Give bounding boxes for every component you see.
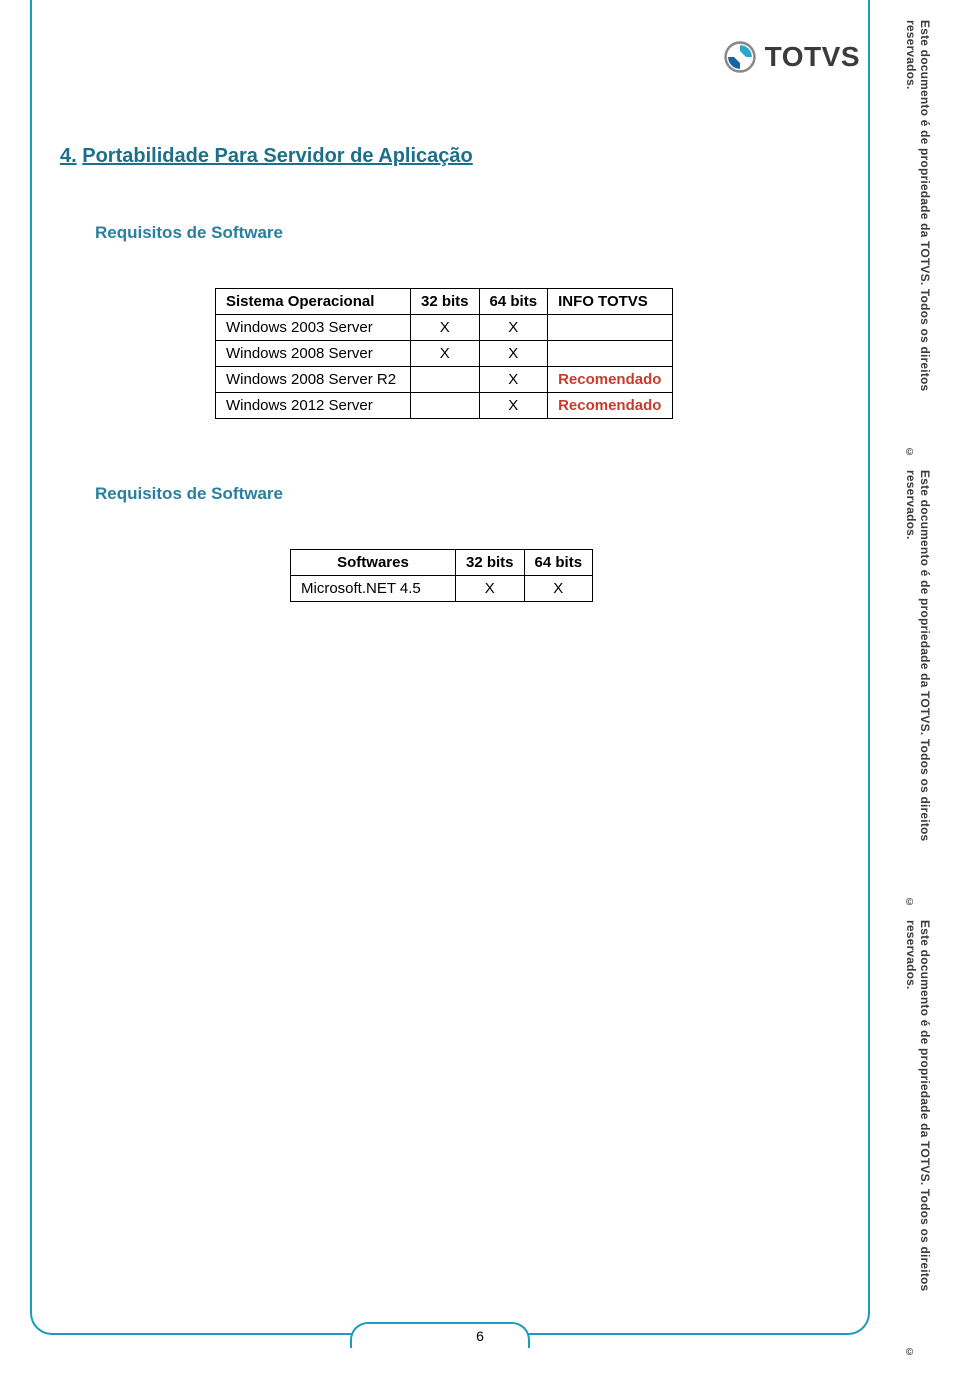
logo: TOTVS xyxy=(723,40,860,74)
softwares-table: Softwares 32 bits 64 bits Microsoft.NET … xyxy=(290,549,593,602)
cell-64: X xyxy=(479,393,548,419)
cell-os: Windows 2008 Server R2 xyxy=(216,367,411,393)
th-softwares: Softwares xyxy=(291,550,456,576)
th-64bits: 64 bits xyxy=(479,289,548,315)
page-number: 6 xyxy=(476,1328,484,1344)
section-title-text: Portabilidade Para Servidor de Aplicação xyxy=(82,145,473,167)
section-number: 4. xyxy=(60,145,77,167)
cell-32 xyxy=(411,393,480,419)
cell-64: X xyxy=(479,315,548,341)
th-32bits: 32 bits xyxy=(411,289,480,315)
cell-64: X xyxy=(524,576,593,602)
sub-heading-requisitos-2: Requisitos de Software xyxy=(95,484,840,504)
cell-info: Recomendado xyxy=(548,393,673,419)
sub-heading-requisitos-1: Requisitos de Software xyxy=(95,223,840,243)
cell-info: Recomendado xyxy=(548,367,673,393)
side-copyright-2: Este documento é de propriedade da TOTVS… xyxy=(904,470,942,890)
page-number-tab xyxy=(350,1322,530,1348)
side-copyright-3: Este documento é de propriedade da TOTVS… xyxy=(904,920,942,1340)
cell-info xyxy=(548,341,673,367)
cell-info xyxy=(548,315,673,341)
th-64bits: 64 bits xyxy=(524,550,593,576)
th-32bits: 32 bits xyxy=(456,550,525,576)
cell-64: X xyxy=(479,341,548,367)
table-header-row: Softwares 32 bits 64 bits xyxy=(291,550,593,576)
cell-sw: Microsoft.NET 4.5 xyxy=(291,576,456,602)
table-row: Microsoft.NET 4.5 X X xyxy=(291,576,593,602)
cell-32: X xyxy=(411,315,480,341)
cell-64: X xyxy=(479,367,548,393)
cell-32: X xyxy=(456,576,525,602)
th-info-totvs: INFO TOTVS xyxy=(548,289,673,315)
table-row: Windows 2008 Server X X xyxy=(216,341,673,367)
totvs-logo-icon xyxy=(723,40,757,74)
cell-32 xyxy=(411,367,480,393)
th-sistema-operacional: Sistema Operacional xyxy=(216,289,411,315)
table-row: Windows 2003 Server X X xyxy=(216,315,673,341)
table-row: Windows 2008 Server R2 X Recomendado xyxy=(216,367,673,393)
table-row: Windows 2012 Server X Recomendado xyxy=(216,393,673,419)
side-copyright-1: Este documento é de propriedade da TOTVS… xyxy=(904,20,942,440)
cell-os: Windows 2012 Server xyxy=(216,393,411,419)
logo-text: TOTVS xyxy=(765,41,860,73)
cell-os: Windows 2003 Server xyxy=(216,315,411,341)
page-content: 4. Portabilidade Para Servidor de Aplica… xyxy=(60,145,840,602)
cell-os: Windows 2008 Server xyxy=(216,341,411,367)
os-table: Sistema Operacional 32 bits 64 bits INFO… xyxy=(215,288,673,419)
table-header-row: Sistema Operacional 32 bits 64 bits INFO… xyxy=(216,289,673,315)
cell-32: X xyxy=(411,341,480,367)
section-title: 4. Portabilidade Para Servidor de Aplica… xyxy=(60,145,840,168)
